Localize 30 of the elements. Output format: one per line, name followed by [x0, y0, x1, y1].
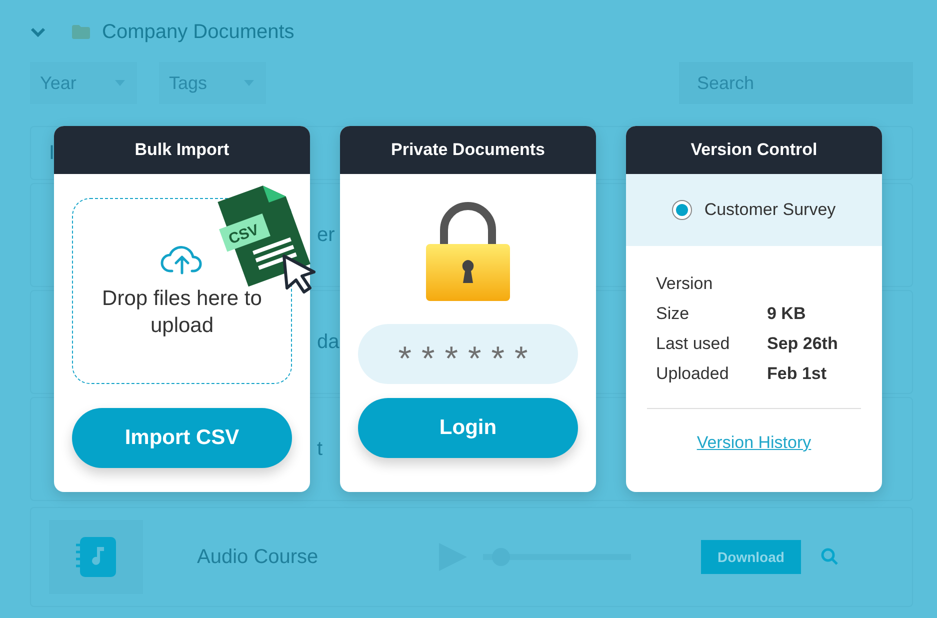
card-title: Version Control — [626, 126, 882, 174]
folder-icon — [72, 25, 90, 39]
padlock-icon — [425, 202, 511, 302]
detail-label: Last used — [656, 334, 731, 354]
radio-button[interactable] — [672, 200, 692, 220]
csv-label: CSV — [226, 221, 262, 248]
audio-book-icon — [74, 535, 118, 579]
detail-label: Size — [656, 304, 690, 324]
login-button[interactable]: Login — [358, 398, 578, 458]
folder-title: Company Documents — [102, 20, 294, 44]
download-button[interactable]: Download — [701, 540, 801, 574]
document-name: er — [317, 224, 335, 246]
drop-instructions: Drop files here to upload — [101, 286, 263, 339]
column-header: I — [49, 142, 55, 164]
search-icon[interactable] — [821, 548, 839, 566]
card-title: Private Documents — [340, 126, 596, 174]
version-history-link[interactable]: Version History — [696, 433, 812, 453]
document-name: t — [317, 438, 323, 460]
detail-label: Version — [656, 274, 714, 294]
import-csv-button[interactable]: Import CSV — [72, 408, 292, 468]
password-field[interactable]: ****** — [358, 324, 578, 384]
file-name: Customer Survey — [704, 200, 836, 220]
document-name: da — [317, 330, 340, 354]
chevron-down-icon[interactable] — [30, 27, 46, 37]
detail-value: 9 KB — [767, 304, 807, 324]
detail-value: Feb 1st — [767, 364, 828, 384]
detail-value: Sep 26th — [767, 334, 839, 354]
detail-label: Uploaded — [656, 364, 730, 384]
audio-title: Audio Course — [197, 546, 320, 568]
card-title: Bulk Import — [54, 126, 310, 174]
